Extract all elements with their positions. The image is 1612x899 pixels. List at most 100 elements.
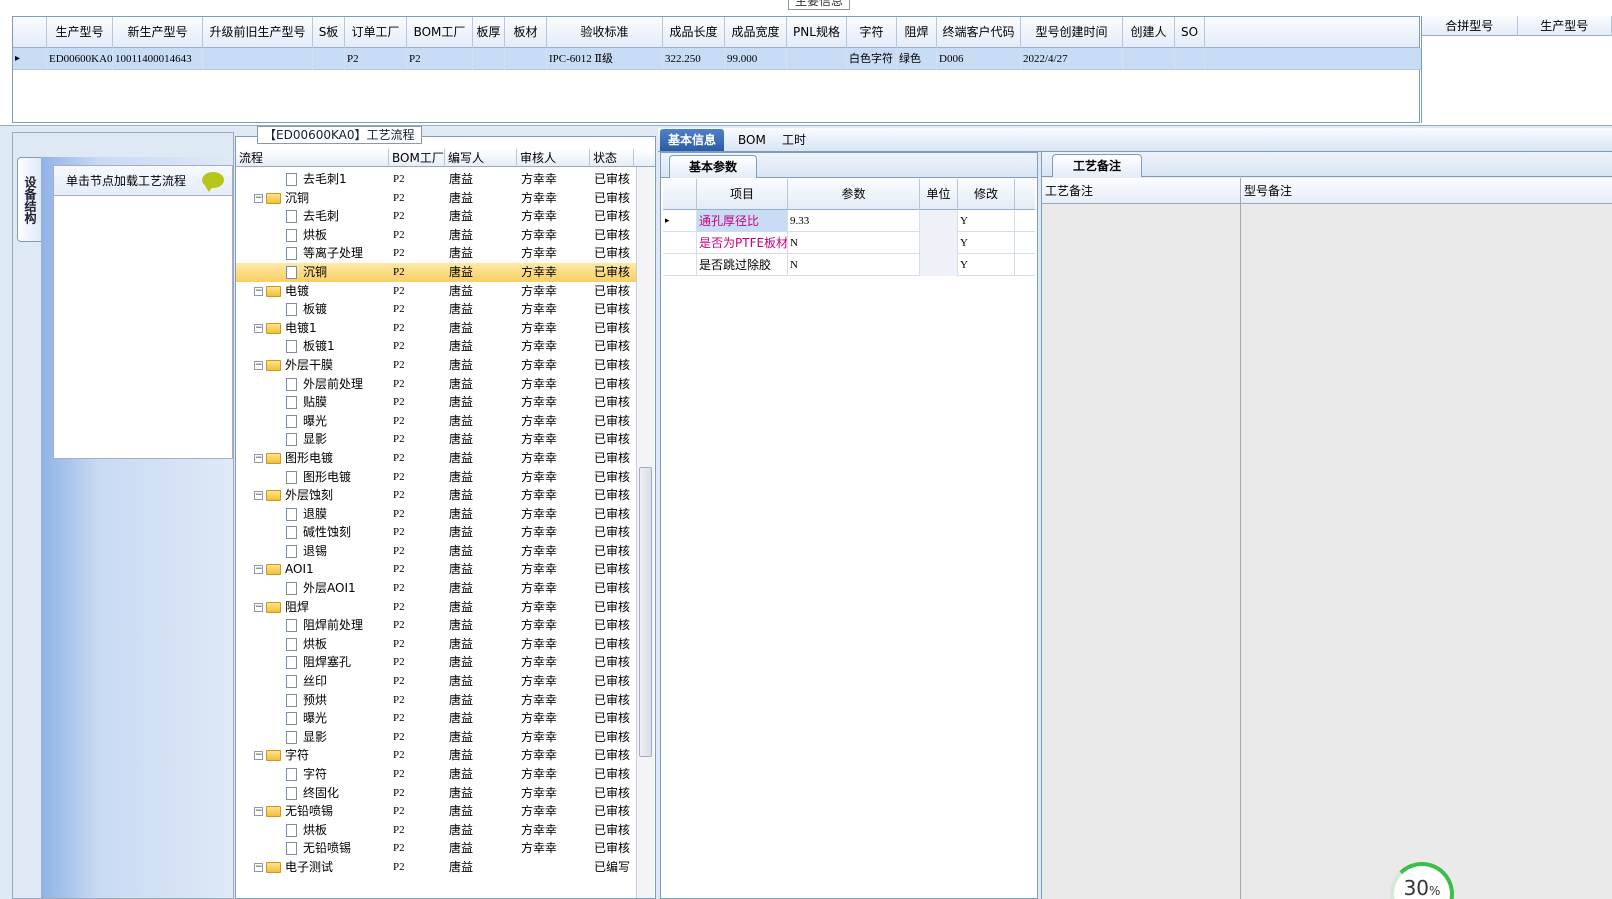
tab-work-hours[interactable]: 工时 xyxy=(774,129,814,151)
param-modify-cell[interactable]: Y xyxy=(958,210,1015,232)
tree-node[interactable]: − 沉铜 xyxy=(236,189,389,208)
grid-cell[interactable]: 322.250 xyxy=(663,48,725,70)
param-value-cell[interactable]: 9.33 xyxy=(788,210,920,232)
col-header[interactable]: 终端客户代码 xyxy=(937,17,1021,48)
process-flow-tree[interactable]: 流程 BOM工厂 编写人 审核人 状态 去毛刺1 P2 唐益 方幸幸 已审核 − 沉铜 P2 唐… xyxy=(235,136,656,899)
tree-row[interactable]: 显影 P2 唐益 方幸幸 已审核 xyxy=(236,728,636,747)
tree-node[interactable]: 显影 xyxy=(236,430,389,449)
param-item-cell[interactable]: 通孔厚径比 xyxy=(697,210,788,232)
collapse-icon[interactable]: − xyxy=(254,453,263,463)
tree-row[interactable]: 显影 P2 唐益 方幸幸 已审核 xyxy=(236,430,636,449)
collapse-icon[interactable]: − xyxy=(254,751,263,761)
tree-row[interactable]: 丝印 P2 唐益 方幸幸 已审核 xyxy=(236,672,636,691)
tree-node[interactable]: − 图形电镀 xyxy=(236,449,389,468)
grid-cell[interactable] xyxy=(313,48,345,70)
col-header[interactable]: S板 xyxy=(313,17,345,48)
tree-row[interactable]: 无铅喷锡 P2 唐益 方幸幸 已审核 xyxy=(236,839,636,858)
grid-cell[interactable]: P2 xyxy=(345,48,407,70)
grid-cell[interactable]: 白色字符 xyxy=(847,48,897,70)
grid-cell[interactable]: P2 xyxy=(407,48,473,70)
tab-basic-info[interactable]: 基本信息 xyxy=(660,129,725,151)
tree-node[interactable]: − 无铅喷锡 xyxy=(236,802,389,821)
grid-cell[interactable]: 2022/4/27 xyxy=(1021,48,1123,70)
col-header[interactable]: 板材 xyxy=(505,17,547,48)
tree-node[interactable]: − 电镀 xyxy=(236,282,389,301)
row-indicator-header[interactable] xyxy=(13,17,47,48)
col-header[interactable]: 成品宽度 xyxy=(725,17,787,48)
tree-row[interactable]: − 沉铜 P2 唐益 方幸幸 已审核 xyxy=(236,189,636,208)
tree-node[interactable]: 退膜 xyxy=(236,505,389,524)
col-reviewer[interactable]: 审核人 xyxy=(517,149,590,167)
grid-cell[interactable] xyxy=(505,48,547,70)
col-header[interactable]: 板厚 xyxy=(473,17,505,48)
tree-row[interactable]: 曝光 P2 唐益 方幸幸 已审核 xyxy=(236,412,636,431)
param-value-cell[interactable]: N xyxy=(788,254,920,276)
col-header[interactable]: 成品长度 xyxy=(663,17,725,48)
load-process-header[interactable]: 单击节点加载工艺流程 xyxy=(54,166,232,196)
grid-cell[interactable]: 10011400014643 xyxy=(113,48,203,70)
col-header[interactable]: 生产型号 xyxy=(47,17,113,48)
tree-node[interactable]: 图形电镀 xyxy=(236,468,389,487)
tree-row[interactable]: − AOI1 P2 唐益 方幸幸 已审核 xyxy=(236,560,636,579)
col-bom-factory[interactable]: BOM工厂 xyxy=(389,149,445,167)
tree-row[interactable]: 碱性蚀刻 P2 唐益 方幸幸 已审核 xyxy=(236,523,636,542)
tree-node[interactable]: 板镀1 xyxy=(236,337,389,356)
collapse-icon[interactable]: − xyxy=(254,286,263,296)
param-item-cell[interactable]: 是否为PTFE板材 xyxy=(697,232,788,254)
param-value-cell[interactable]: N xyxy=(788,232,920,254)
param-item-cell[interactable]: 是否跳过除胶 xyxy=(697,254,788,276)
tree-row[interactable]: − 字符 P2 唐益 方幸幸 已审核 xyxy=(236,746,636,765)
tree-row[interactable]: 预烘 P2 唐益 方幸幸 已审核 xyxy=(236,691,636,710)
param-row[interactable]: ▸ 通孔厚径比 9.33 Y xyxy=(663,210,1035,232)
collapse-icon[interactable]: − xyxy=(254,360,263,370)
tree-node[interactable]: 去毛刺1 xyxy=(236,170,389,189)
param-modify-cell[interactable]: Y xyxy=(958,232,1015,254)
grid-cell[interactable] xyxy=(787,48,847,70)
grid-cell[interactable] xyxy=(473,48,505,70)
collapse-icon[interactable]: − xyxy=(254,862,263,872)
param-unit-cell[interactable] xyxy=(920,210,958,232)
row-indicator[interactable] xyxy=(663,232,697,254)
tree-scrollbar-thumb[interactable] xyxy=(639,467,652,757)
tree-row[interactable]: 曝光 P2 唐益 方幸幸 已审核 xyxy=(236,709,636,728)
tree-row[interactable]: 终固化 P2 唐益 方幸幸 已审核 xyxy=(236,784,636,803)
load-process-box[interactable]: 单击节点加载工艺流程 xyxy=(53,165,233,459)
param-unit-cell[interactable] xyxy=(920,254,958,276)
tree-node[interactable]: 沉铜 xyxy=(236,263,389,282)
device-structure-tab[interactable]: 设备结构 xyxy=(17,157,41,242)
tree-node[interactable]: 曝光 xyxy=(236,412,389,431)
tree-node[interactable]: 板镀 xyxy=(236,300,389,319)
col-writer[interactable]: 编写人 xyxy=(445,149,517,167)
tree-row[interactable]: 阻焊前处理 P2 唐益 方幸幸 已审核 xyxy=(236,616,636,635)
col-unit[interactable]: 单位 xyxy=(920,179,958,210)
tree-row[interactable]: 沉铜 P2 唐益 方幸幸 已审核 xyxy=(236,262,636,282)
tree-row[interactable]: − 图形电镀 P2 唐益 方幸幸 已审核 xyxy=(236,449,636,468)
tree-node[interactable]: 终固化 xyxy=(236,784,389,803)
tree-row[interactable]: 去毛刺 P2 唐益 方幸幸 已审核 xyxy=(236,207,636,226)
col-header[interactable]: PNL规格 xyxy=(787,17,847,48)
basic-params-grid[interactable]: 项目 参数 单位 修改 ▸ 通孔厚径比 9.33 Y 是否为PTFE板材 N Y 是否跳过除胶… xyxy=(663,179,1035,276)
tree-row[interactable]: 去毛刺1 P2 唐益 方幸幸 已审核 xyxy=(236,170,636,189)
tree-node[interactable]: 烘板 xyxy=(236,635,389,654)
col-header[interactable]: 订单工厂 xyxy=(345,17,407,48)
tree-node[interactable]: − 外层蚀刻 xyxy=(236,486,389,505)
col-header[interactable]: 新生产型号 xyxy=(113,17,203,48)
tree-node[interactable]: 等离子处理 xyxy=(236,244,389,263)
col-header[interactable]: 升级前旧生产型号 xyxy=(203,17,313,48)
main-info-data-row[interactable]: ▸ ED00600KA0 10011400014643 P2 P2 IPC-6012 Ⅱ级… xyxy=(13,48,1421,70)
tree-row[interactable]: − 电镀1 P2 唐益 方幸幸 已审核 xyxy=(236,319,636,338)
tree-row[interactable]: 板镀1 P2 唐益 方幸幸 已审核 xyxy=(236,337,636,356)
tree-row[interactable]: − 无铅喷锡 P2 唐益 方幸幸 已审核 xyxy=(236,802,636,821)
tree-row[interactable]: − 外层蚀刻 P2 唐益 方幸幸 已审核 xyxy=(236,486,636,505)
tree-row[interactable]: 贴膜 P2 唐益 方幸幸 已审核 xyxy=(236,393,636,412)
collapse-icon[interactable]: − xyxy=(254,491,263,501)
tree-row[interactable]: − 外层干膜 P2 唐益 方幸幸 已审核 xyxy=(236,356,636,375)
col-header[interactable]: BOM工厂 xyxy=(407,17,473,48)
tree-node[interactable]: 无铅喷锡 xyxy=(236,839,389,858)
grid-cell[interactable] xyxy=(1123,48,1175,70)
tree-node[interactable]: − 阻焊 xyxy=(236,598,389,617)
tree-node[interactable]: 阻焊前处理 xyxy=(236,616,389,635)
tree-row[interactable]: 外层前处理 P2 唐益 方幸幸 已审核 xyxy=(236,375,636,394)
tree-row[interactable]: 烘板 P2 唐益 方幸幸 已审核 xyxy=(236,226,636,245)
col-header[interactable]: 验收标准 xyxy=(547,17,663,48)
